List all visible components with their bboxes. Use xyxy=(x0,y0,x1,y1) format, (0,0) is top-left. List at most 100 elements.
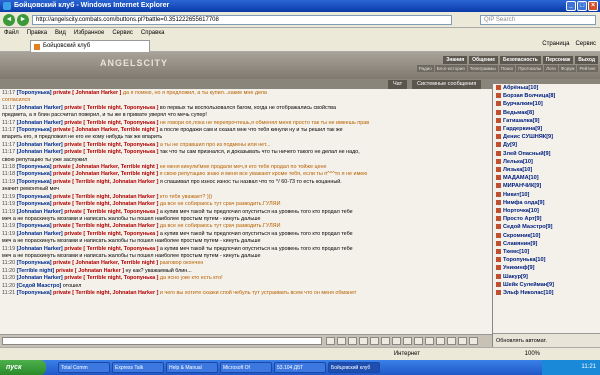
chat-tool-icon[interactable] xyxy=(392,337,401,345)
player-item[interactable]: Шейк Сулейман[9] xyxy=(493,281,600,289)
player-item[interactable]: Уникинф[9] xyxy=(493,264,600,272)
message-author[interactable]: [Торопунька] xyxy=(17,290,53,296)
subnav-Логи[interactable]: Логи xyxy=(544,65,558,72)
message-private[interactable]: private [ Terrible night, Торопунька ] xyxy=(64,231,160,237)
chat-tool-icon[interactable] xyxy=(403,337,412,345)
menu-help[interactable]: Справка xyxy=(141,28,165,38)
player-item[interactable]: МИРАНЧИК[9] xyxy=(493,182,600,190)
browser-tab[interactable]: Бойцовский клуб xyxy=(30,40,150,52)
message-private[interactable]: private [ Johnatan Harker, Terrible nigh… xyxy=(53,171,160,177)
message-author[interactable]: [Johnatan Harker] xyxy=(17,120,65,126)
message-private[interactable]: private [ Terrible night, Johnatan Harke… xyxy=(53,179,160,185)
message-private[interactable]: private [ Terrible night, Торопунька ] xyxy=(64,209,160,215)
player-item[interactable]: Абрёньш[10] xyxy=(493,84,600,92)
player-item[interactable]: Седой Маэстро[9] xyxy=(493,223,600,231)
message-author[interactable]: [Торопунька] xyxy=(17,179,53,185)
message-private[interactable]: private [ Johnatan Harker ] xyxy=(56,268,126,274)
message-private[interactable]: private [ Johnatan Harker, Terrible nigh… xyxy=(53,260,160,266)
player-item[interactable]: Бурчалкин[10] xyxy=(493,100,600,108)
player-item[interactable]: Денис СУШНЯК[9] xyxy=(493,133,600,141)
message-author[interactable]: [Johnatan Harker] xyxy=(17,246,65,252)
player-item[interactable]: Ду[9] xyxy=(493,141,600,149)
message-author[interactable]: [Седой Маэстро] xyxy=(17,283,63,289)
subnav-Радио[interactable]: Радио xyxy=(416,65,434,72)
chat-tool-icon[interactable] xyxy=(469,337,478,345)
url-input[interactable]: http://angelscity.combats.com/buttons.pl… xyxy=(32,15,452,25)
chat-tool-icon[interactable] xyxy=(348,337,357,345)
message-private[interactable]: private [ Johnatan Harker, Terrible nigh… xyxy=(53,164,160,170)
nav-Безопасность[interactable]: Безопасность xyxy=(500,56,541,64)
message-private[interactable]: private [ Terrible night, Johnatan Harke… xyxy=(53,201,160,207)
message-author[interactable]: [Торопунька] xyxy=(17,171,53,177)
player-item[interactable]: Злей Опасный[9] xyxy=(493,150,600,158)
player-item[interactable]: Нимфа олда[9] xyxy=(493,199,600,207)
message-author[interactable]: [Johnatan Harker] xyxy=(17,105,65,111)
chat-tool-icon[interactable] xyxy=(337,337,346,345)
tab-chat[interactable]: Чат xyxy=(388,80,408,89)
chat-tool-icon[interactable] xyxy=(381,337,390,345)
message-author[interactable]: [Johnatan Harker] xyxy=(17,275,65,281)
subnav-Поиск[interactable]: Поиск xyxy=(498,65,516,72)
chat-tool-icon[interactable] xyxy=(436,337,445,345)
tab-system-messages[interactable]: Системные сообщения xyxy=(412,80,482,89)
auto-refresh-checkbox[interactable]: Обновлять автомат. xyxy=(493,333,600,347)
message-private[interactable]: private [ Terrible night, Торопунька ] xyxy=(64,275,160,281)
menu-tools[interactable]: Сервис xyxy=(112,28,133,38)
message-author[interactable]: [Торопунька] xyxy=(17,201,53,207)
chat-tool-icon[interactable] xyxy=(458,337,467,345)
message-author[interactable]: [Торопунька] xyxy=(17,164,53,170)
player-item[interactable]: МАДАМА[10] xyxy=(493,174,600,182)
tools-menu[interactable]: Сервис xyxy=(575,41,596,47)
menu-edit[interactable]: Правка xyxy=(27,28,47,38)
message-author[interactable]: [Торопунька] xyxy=(17,90,53,96)
message-private[interactable]: private [ Terrible night, Торопунька ] xyxy=(64,120,160,126)
chat-tool-icon[interactable] xyxy=(359,337,368,345)
player-item[interactable]: Ведьмак[8] xyxy=(493,109,600,117)
message-private[interactable]: private [ Terrible night, Johnatan Harke… xyxy=(53,223,160,229)
message-private[interactable]: private [ Johnatan Harker ] xyxy=(53,90,123,96)
menu-favorites[interactable]: Избранное xyxy=(74,28,104,38)
chat-tool-icon[interactable] xyxy=(326,337,335,345)
player-item[interactable]: Торопунька[10] xyxy=(493,256,600,264)
message-private[interactable]: private [ Johnatan Harker, Terrible nigh… xyxy=(53,127,160,133)
player-item[interactable]: Норточка[10] xyxy=(493,207,600,215)
player-item[interactable]: Лелька[10] xyxy=(493,158,600,166)
task-button[interactable]: 53.104 ДБТ xyxy=(274,362,326,373)
task-button[interactable]: Total Comm xyxy=(58,362,110,373)
player-item[interactable]: Гатишалка[9] xyxy=(493,117,600,125)
task-button[interactable]: Express Talk xyxy=(112,362,164,373)
player-item[interactable]: Скромник[10] xyxy=(493,232,600,240)
nav-Выход[interactable]: Выход xyxy=(575,56,598,64)
chat-input[interactable] xyxy=(2,337,322,345)
message-private[interactable]: private [ Terrible night, Johnatan Harke… xyxy=(53,194,160,200)
subnav-Протоколы[interactable]: Протоколы xyxy=(516,65,544,72)
message-author[interactable]: [Торопунька] xyxy=(17,194,53,200)
player-item[interactable]: Эльф Николас[10] xyxy=(493,289,600,297)
chat-tool-icon[interactable] xyxy=(447,337,456,345)
message-private[interactable]: private [ Terrible night, Торопунька ] xyxy=(64,105,160,111)
player-item[interactable]: Славянин[9] xyxy=(493,240,600,248)
subnav-Форум[interactable]: Форум xyxy=(558,65,577,72)
player-item[interactable]: Лязька[10] xyxy=(493,166,600,174)
task-button[interactable]: Help & Manual xyxy=(166,362,218,373)
search-input[interactable]: QIP Search xyxy=(480,15,596,25)
message-author[interactable]: [Terrible night] xyxy=(17,268,56,274)
message-private[interactable]: private [ Terrible night, Johnatan Harke… xyxy=(53,290,160,296)
player-item[interactable]: Никит[10] xyxy=(493,191,600,199)
message-private[interactable]: private [ Terrible night, Торопунька ] xyxy=(64,142,160,148)
message-private[interactable]: private [ Terrible night, Торопунька ] xyxy=(64,246,160,252)
back-icon[interactable]: ◄ xyxy=(3,14,15,26)
player-item[interactable]: Гардеркина[9] xyxy=(493,125,600,133)
close-button[interactable]: × xyxy=(588,1,598,11)
minimize-button[interactable]: _ xyxy=(566,1,576,11)
message-author[interactable]: [Торопунька] xyxy=(17,223,53,229)
message-author[interactable]: [Johnatan Harker] xyxy=(17,231,65,237)
start-button[interactable]: пуск xyxy=(0,360,46,375)
menu-file[interactable]: Файл xyxy=(4,28,19,38)
subnav-Рейтинг[interactable]: Рейтинг xyxy=(577,65,598,72)
maximize-button[interactable]: □ xyxy=(577,1,587,11)
menu-view[interactable]: Вид xyxy=(55,28,66,38)
chat-tool-icon[interactable] xyxy=(370,337,379,345)
task-button[interactable]: Бойцовский клуб xyxy=(328,362,380,373)
forward-icon[interactable]: ► xyxy=(17,14,29,26)
